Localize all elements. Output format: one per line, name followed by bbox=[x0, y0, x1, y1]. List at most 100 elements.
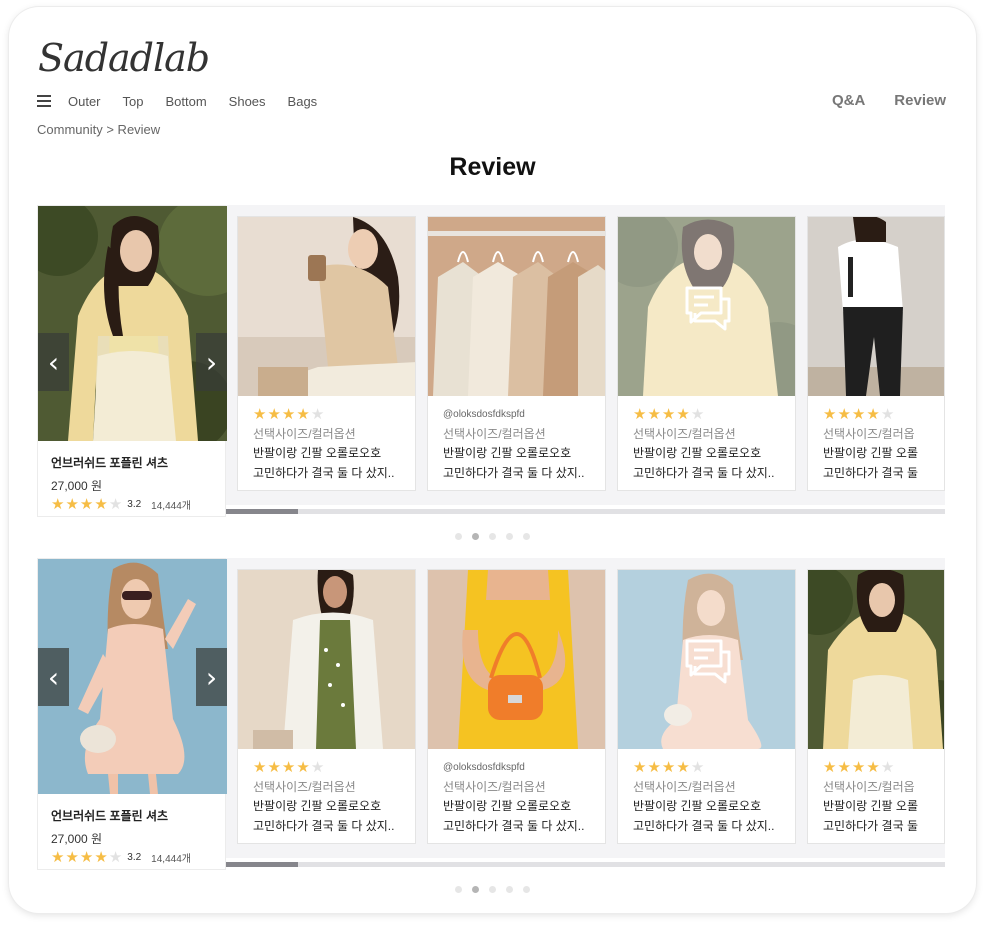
carousel-next-button[interactable]: › bbox=[196, 333, 227, 391]
review-count: 14,444개 bbox=[151, 501, 191, 512]
star-empty-icon: ★ bbox=[108, 496, 124, 513]
review-text-line: 고민하다가 결국 둘 다 샀지.. bbox=[633, 466, 775, 480]
review-text-line: 반팔이랑 긴팔 오롤 bbox=[823, 799, 918, 813]
carousel-prev-button[interactable]: ‹ bbox=[38, 333, 69, 391]
product-image[interactable]: ‹ › bbox=[38, 206, 227, 441]
review-card[interactable]: ★★★★★ 선택사이즈/컬러옵션 반팔이랑 긴팔 오롤로오호 고민하다가 결국 … bbox=[617, 569, 796, 844]
review-text-line: 반팔이랑 긴팔 오롤로오호 bbox=[633, 446, 762, 460]
review-image[interactable] bbox=[618, 570, 795, 749]
pagination-dot[interactable] bbox=[455, 886, 462, 893]
product-card[interactable]: ‹ › 언브러쉬드 포플린 셔츠 27,000 원 ★★★★★ 3.2 14,4… bbox=[37, 205, 227, 517]
top-right-links: Q&A Review bbox=[832, 92, 946, 109]
pagination-dot[interactable] bbox=[472, 886, 479, 893]
review-image[interactable] bbox=[808, 217, 944, 396]
review-image[interactable] bbox=[428, 570, 605, 749]
product-card[interactable]: ‹ › 언브러쉬드 포플린 셔츠 27,000 원 ★★★★★ 3.2 14,4… bbox=[37, 558, 227, 870]
pagination-dot[interactable] bbox=[506, 533, 513, 540]
scrollbar-thumb[interactable] bbox=[226, 862, 298, 867]
star-empty-icon: ★ bbox=[310, 406, 326, 423]
review-image[interactable] bbox=[618, 217, 795, 396]
review-text-line: 고민하다가 결국 둘 다 샀지.. bbox=[443, 819, 585, 833]
carousel-prev-button[interactable]: ‹ bbox=[38, 648, 69, 706]
nav-item-bags[interactable]: Bags bbox=[288, 94, 318, 109]
pagination-dot[interactable] bbox=[455, 533, 462, 540]
star-rating: ★★★★★ bbox=[633, 407, 795, 423]
star-filled-icon: ★ bbox=[633, 759, 648, 776]
star-filled-icon: ★ bbox=[296, 759, 311, 776]
pagination-dot[interactable] bbox=[523, 533, 530, 540]
review-option: 선택사이즈/컬러옵션 bbox=[443, 427, 546, 441]
star-filled-icon: ★ bbox=[823, 406, 838, 423]
review-username[interactable]: @oloksdosfdkspfd bbox=[443, 760, 605, 776]
review-info: ★★★★★ 선택사이즈/컬러옵션 반팔이랑 긴팔 오롤로오호 고민하다가 결국 … bbox=[618, 396, 795, 482]
pagination-dot[interactable] bbox=[523, 886, 530, 893]
review-image[interactable] bbox=[808, 570, 944, 749]
nav-item-shoes[interactable]: Shoes bbox=[229, 94, 266, 109]
review-card[interactable]: ★★★★★ 선택사이즈/컬러옵션 반팔이랑 긴팔 오롤로오호 고민하다가 결국 … bbox=[617, 216, 796, 491]
review-card[interactable]: ★★★★★ 선택사이즈/컬러옵 반팔이랑 긴팔 오롤 고민하다가 결국 둘 bbox=[807, 569, 945, 844]
product-image[interactable]: ‹ › bbox=[38, 559, 227, 794]
review-image[interactable] bbox=[238, 217, 415, 396]
product-name[interactable]: 언브러쉬드 포플린 셔츠 bbox=[51, 454, 213, 471]
star-filled-icon: ★ bbox=[79, 496, 95, 513]
brand-logo[interactable]: Sadadlab bbox=[38, 36, 210, 80]
product-name[interactable]: 언브러쉬드 포플린 셔츠 bbox=[51, 807, 213, 824]
star-filled-icon: ★ bbox=[647, 406, 662, 423]
star-filled-icon: ★ bbox=[94, 849, 109, 866]
review-text-line: 고민하다가 결국 둘 다 샀지.. bbox=[253, 466, 395, 480]
review-text-line: 반팔이랑 긴팔 오롤로오호 bbox=[253, 446, 382, 460]
review-text-line: 반팔이랑 긴팔 오롤로오호 bbox=[443, 799, 572, 813]
category-nav: Outer Top Bottom Shoes Bags bbox=[37, 93, 339, 109]
star-empty-icon: ★ bbox=[310, 759, 326, 776]
star-filled-icon: ★ bbox=[866, 406, 881, 423]
carousel-scrollbar[interactable] bbox=[226, 862, 945, 867]
pagination-dot[interactable] bbox=[506, 886, 513, 893]
pagination-dot[interactable] bbox=[489, 533, 496, 540]
carousel-pagination bbox=[0, 886, 985, 893]
scrollbar-thumb[interactable] bbox=[226, 509, 298, 514]
star-filled-icon: ★ bbox=[661, 406, 677, 423]
review-image[interactable] bbox=[428, 217, 605, 396]
star-empty-icon: ★ bbox=[690, 759, 706, 776]
review-info: ★★★★★ 선택사이즈/컬러옵 반팔이랑 긴팔 오롤 고민하다가 결국 둘 bbox=[808, 749, 944, 835]
page-title: Review bbox=[449, 153, 536, 181]
review-card[interactable]: ★★★★★ 선택사이즈/컬러옵션 반팔이랑 긴팔 오롤로오호 고민하다가 결국 … bbox=[237, 569, 416, 844]
pagination-dot[interactable] bbox=[472, 533, 479, 540]
chevron-left-icon: ‹ bbox=[47, 345, 60, 379]
chat-bubble-icon bbox=[685, 286, 731, 331]
review-card[interactable]: ★★★★★ 선택사이즈/컬러옵션 반팔이랑 긴팔 오롤로오호 고민하다가 결국 … bbox=[237, 216, 416, 491]
nav-item-top[interactable]: Top bbox=[123, 94, 144, 109]
hamburger-menu-icon[interactable] bbox=[37, 95, 51, 107]
star-filled-icon: ★ bbox=[267, 406, 282, 423]
qna-link[interactable]: Q&A bbox=[832, 92, 865, 109]
review-option: 선택사이즈/컬러옵션 bbox=[253, 427, 356, 441]
review-text-line: 반팔이랑 긴팔 오롤로오호 bbox=[253, 799, 382, 813]
chevron-left-icon: ‹ bbox=[47, 660, 60, 694]
star-filled-icon: ★ bbox=[661, 759, 677, 776]
review-card[interactable]: @oloksdosfdkspfd 선택사이즈/컬러옵션 반팔이랑 긴팔 오롤로오… bbox=[427, 569, 606, 844]
star-filled-icon: ★ bbox=[647, 759, 662, 776]
star-filled-icon: ★ bbox=[253, 759, 268, 776]
nav-item-bottom[interactable]: Bottom bbox=[165, 94, 206, 109]
chat-bubble-icon bbox=[685, 639, 731, 684]
review-link[interactable]: Review bbox=[894, 92, 946, 109]
review-image[interactable] bbox=[238, 570, 415, 749]
carousel-next-button[interactable]: › bbox=[196, 648, 227, 706]
nav-item-outer[interactable]: Outer bbox=[68, 94, 101, 109]
review-info: ★★★★★ 선택사이즈/컬러옵션 반팔이랑 긴팔 오롤로오호 고민하다가 결국 … bbox=[238, 749, 415, 835]
star-filled-icon: ★ bbox=[79, 849, 95, 866]
review-card[interactable]: ★★★★★ 선택사이즈/컬러옵 반팔이랑 긴팔 오롤 고민하다가 결국 둘 bbox=[807, 216, 945, 491]
star-empty-icon: ★ bbox=[880, 406, 896, 423]
review-card[interactable]: @oloksdosfdkspfd 선택사이즈/컬러옵션 반팔이랑 긴팔 오롤로오… bbox=[427, 216, 606, 491]
review-info: @oloksdosfdkspfd 선택사이즈/컬러옵션 반팔이랑 긴팔 오롤로오… bbox=[428, 749, 605, 835]
product-price: 27,000 원 bbox=[51, 479, 103, 493]
review-username[interactable]: @oloksdosfdkspfd bbox=[443, 407, 605, 423]
star-filled-icon: ★ bbox=[94, 496, 109, 513]
product-info: 언브러쉬드 포플린 셔츠 27,000 원 ★★★★★ 3.2 14,444개 bbox=[38, 794, 225, 869]
review-text-line: 고민하다가 결국 둘 bbox=[823, 819, 918, 833]
carousel-scrollbar[interactable] bbox=[226, 509, 945, 514]
star-filled-icon: ★ bbox=[65, 849, 80, 866]
star-filled-icon: ★ bbox=[296, 406, 311, 423]
pagination-dot[interactable] bbox=[489, 886, 496, 893]
breadcrumb[interactable]: Community > Review bbox=[37, 122, 160, 137]
